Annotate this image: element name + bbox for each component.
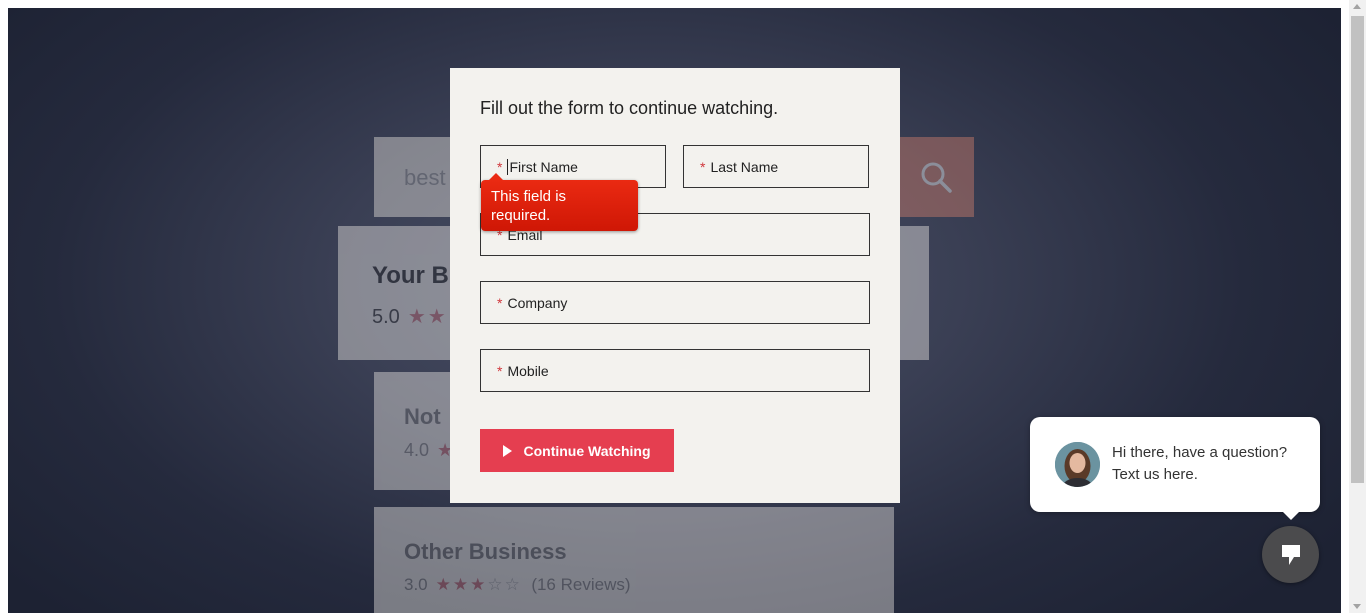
background-card-rating: 5.0 ★★	[372, 304, 448, 329]
company-placeholder: Company	[507, 294, 568, 311]
background-card-rating: 3.0 ★★★☆☆ (16 Reviews)	[404, 575, 631, 595]
star-rating-icon: ★★★	[435, 575, 488, 594]
play-icon	[503, 444, 513, 457]
form-heading: Fill out the form to continue watching.	[480, 98, 779, 118]
page-scrollbar[interactable]	[1349, 0, 1366, 613]
continue-watching-label: Continue Watching	[523, 442, 651, 459]
company-field[interactable]: * Company	[480, 281, 870, 324]
continue-watching-button[interactable]: Continue Watching	[480, 429, 674, 472]
scrollbar-thumb[interactable]	[1351, 16, 1364, 483]
chat-launcher-button[interactable]	[1262, 526, 1319, 583]
search-icon	[921, 162, 952, 193]
required-marker: *	[497, 362, 503, 379]
star-empty-icon: ☆☆	[487, 575, 522, 594]
first-name-placeholder: First Name	[509, 158, 578, 175]
background-card-title: Not	[404, 404, 441, 429]
background-card-title: Other Business	[404, 539, 567, 564]
scroll-down-arrow-icon[interactable]	[1353, 604, 1361, 609]
background-card-rating: 4.0 ★	[404, 440, 455, 461]
review-count: (16 Reviews)	[531, 575, 631, 594]
required-marker: *	[497, 294, 503, 311]
rating-value: 5.0	[372, 306, 400, 328]
star-rating-icon: ★★	[407, 306, 448, 328]
text-cursor	[507, 158, 509, 175]
mobile-field[interactable]: * Mobile	[480, 349, 870, 392]
chat-message: Hi there, have a question? Text us here.	[1112, 444, 1288, 483]
chat-icon	[1281, 544, 1300, 565]
mobile-placeholder: Mobile	[507, 362, 549, 379]
background-card-title: Your B	[372, 262, 449, 289]
last-name-placeholder: Last Name	[710, 158, 779, 175]
lead-form-modal: Fill out the form to continue watching. …	[450, 68, 900, 503]
rating-value: 4.0	[404, 440, 430, 460]
last-name-field[interactable]: * Last Name	[683, 145, 869, 188]
required-marker: *	[700, 158, 706, 175]
avatar	[1055, 442, 1100, 487]
rating-value: 3.0	[404, 575, 428, 594]
background-business-card: Other Business 3.0 ★★★☆☆ (16 Reviews)	[374, 507, 894, 613]
background-search-button	[898, 137, 974, 217]
scroll-up-arrow-icon[interactable]	[1353, 4, 1361, 9]
chat-prompt-bubble[interactable]: Hi there, have a question? Text us here.	[1030, 417, 1320, 520]
field-error-tooltip: This field is required.	[481, 173, 638, 231]
background-search-text: best	[404, 165, 446, 190]
